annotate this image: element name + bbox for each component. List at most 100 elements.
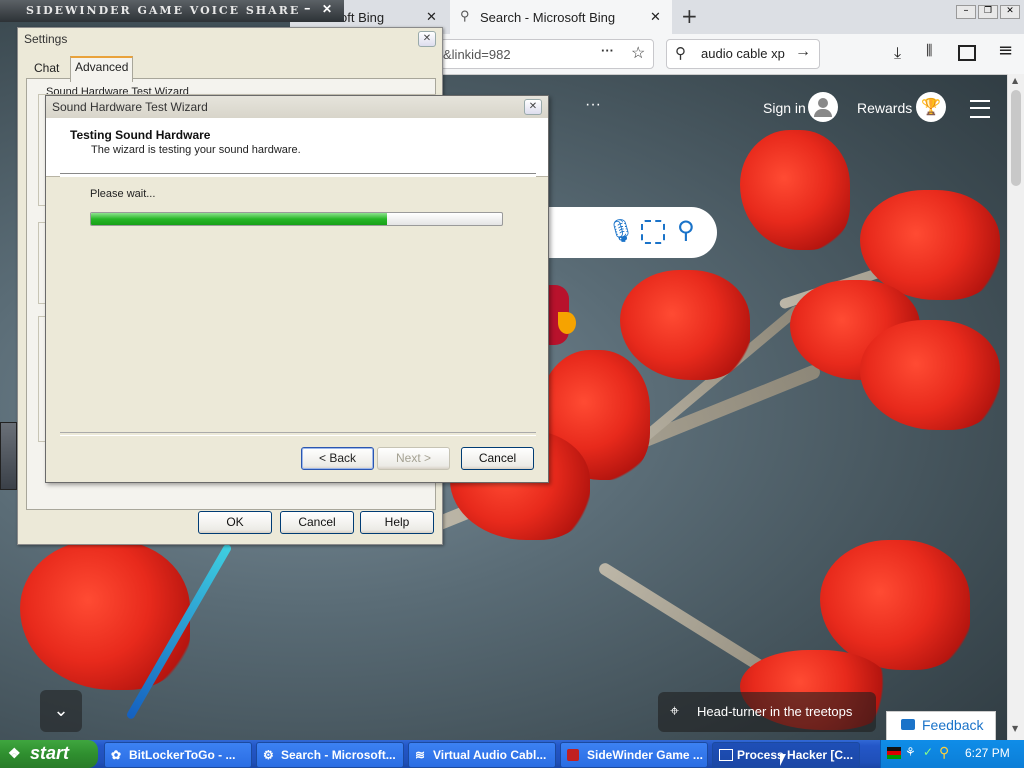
language-flag-icon[interactable] [887, 747, 901, 759]
feedback-button[interactable]: Feedback [886, 711, 996, 741]
network-icon[interactable]: ✓ [923, 745, 933, 759]
flower [620, 270, 750, 380]
taskbar-item-sidewinder[interactable]: SideWinder Game ... [560, 742, 708, 768]
download-icon[interactable]: ⤓ [894, 43, 901, 63]
tab-label: oft Bing [340, 9, 385, 25]
side-panel-fragment [0, 422, 17, 490]
wizard-heading: Testing Sound Hardware [70, 128, 211, 142]
hamburger-menu-icon[interactable] [970, 100, 990, 118]
taskbar-item-label: SideWinder Game ... [587, 748, 703, 762]
microphone-icon[interactable]: 🎙 [607, 219, 635, 244]
tab-advanced[interactable]: Advanced [70, 56, 134, 82]
wait-text: Please wait... [90, 188, 156, 200]
library-icon[interactable]: ⫼ [926, 43, 932, 59]
sidebar-icon[interactable] [958, 45, 976, 61]
settings-titlebar[interactable]: Settings ✕ [18, 28, 442, 50]
taskbar-item-process-hacker[interactable]: Process Hacker [C... [712, 742, 860, 768]
bookmark-star-icon[interactable]: ☆ [631, 43, 645, 63]
minimize-button[interactable]: – [956, 5, 976, 19]
scrollbar-thumb[interactable] [1011, 90, 1021, 186]
help-button[interactable]: Help [360, 511, 434, 534]
arrow-right-icon[interactable]: → [795, 43, 811, 61]
sound-hardware-wizard: Sound Hardware Test Wizard ✕ Testing Sou… [45, 95, 549, 483]
back-button[interactable]: < Back [301, 447, 374, 470]
page-actions-icon[interactable]: ··· [601, 43, 614, 58]
app-icon: ≋ [415, 748, 426, 762]
dialog-title: Sound Hardware Test Wizard [52, 100, 208, 114]
new-tab-button[interactable]: + [681, 4, 698, 28]
maximize-button[interactable]: ❐ [978, 5, 998, 19]
minimize-button[interactable]: – [304, 1, 313, 16]
chevron-down-icon: ⌄ [53, 700, 69, 721]
system-tray: ⚘ ✓ ⚲ 6:27 PM [880, 740, 1024, 768]
progress-fill [91, 213, 387, 225]
bing-more-dots[interactable]: ··· [585, 96, 601, 114]
browser-tab-bing-2[interactable]: ⚲ Search - Microsoft Bing ✕ [450, 0, 672, 34]
url-text: &linkid=982 [443, 46, 511, 62]
vertical-scrollbar[interactable]: ▲ ▼ [1007, 74, 1024, 740]
chat-bubble-icon [901, 719, 915, 730]
url-bar[interactable]: &linkid=982 ··· ☆ [440, 39, 654, 69]
game-voice-titlebar[interactable]: SIDEWINDER GAME VOICE SHARE – ✕ [0, 0, 344, 22]
location-pin-icon: ⌖ [670, 701, 680, 720]
feedback-label: Feedback [922, 717, 984, 733]
cancel-button[interactable]: Cancel [461, 447, 534, 470]
clock: 6:27 PM [965, 746, 1010, 760]
wizard-header: Testing Sound Hardware The wizard is tes… [46, 118, 548, 177]
taskbar-item-virtual-audio[interactable]: ≋ Virtual Audio Cabl... [408, 742, 556, 768]
close-button[interactable]: ✕ [524, 99, 542, 115]
taskbar-item-bitlocker[interactable]: ✿ BitLockerToGo - ... [104, 742, 252, 768]
search-icon: ⚲ [460, 8, 470, 23]
scroll-down-button[interactable]: ⌄ [40, 690, 82, 732]
header-divider [60, 173, 536, 177]
flower [820, 540, 970, 670]
image-caption-box[interactable]: ⌖ Head-turner in the treetops [658, 692, 876, 732]
taskbar-item-bing[interactable]: ⚙ Search - Microsoft... [256, 742, 404, 768]
visual-search-icon[interactable] [641, 220, 665, 244]
flower [740, 130, 850, 250]
tray-app-icon[interactable]: ⚘ [905, 745, 916, 759]
windows-logo-icon: ❖ [8, 745, 21, 761]
tab-label: Search - Microsoft Bing [480, 9, 616, 25]
close-button[interactable]: ✕ [418, 31, 436, 47]
bing-search-box[interactable]: 🎙 ⚲ [547, 207, 717, 258]
cancel-button[interactable]: Cancel [280, 511, 354, 534]
scroll-down-icon[interactable]: ▼ [1012, 724, 1018, 733]
taskbar-item-label: Virtual Audio Cabl... [433, 748, 547, 762]
search-input[interactable]: audio cable xp [701, 46, 785, 61]
wizard-titlebar[interactable]: Sound Hardware Test Wizard ✕ [46, 96, 548, 118]
mouse-cursor-icon [780, 754, 786, 766]
taskbar-item-label: Search - Microsoft... [281, 748, 396, 762]
progress-bar [90, 212, 503, 226]
close-button[interactable]: ✕ [322, 2, 334, 16]
next-button[interactable]: Next > [377, 447, 450, 470]
app-icon [719, 749, 733, 761]
app-icon: ✿ [111, 748, 122, 762]
close-button[interactable]: ✕ [1000, 5, 1020, 19]
search-icon[interactable]: ⚲ [939, 744, 949, 761]
search-icon: ⚲ [675, 45, 686, 62]
taskbar-item-label: BitLockerToGo - ... [129, 748, 236, 762]
search-bar[interactable]: ⚲ audio cable xp → [666, 39, 820, 69]
footer-divider [60, 432, 536, 436]
tab-close-icon[interactable]: ✕ [426, 9, 437, 25]
sign-in-link[interactable]: Sign in [763, 100, 806, 116]
flower [20, 540, 190, 690]
app-icon [567, 749, 579, 761]
start-label: start [30, 743, 70, 763]
start-button[interactable]: ❖ start [0, 740, 98, 768]
search-icon[interactable]: ⚲ [677, 216, 695, 244]
tab-chat[interactable]: Chat [34, 61, 59, 75]
ok-button[interactable]: OK [198, 511, 272, 534]
menu-icon[interactable]: ≡ [998, 40, 1013, 61]
flower [860, 320, 1000, 430]
tab-close-icon[interactable]: ✕ [650, 9, 661, 25]
trophy-icon[interactable]: 🏆 [916, 92, 946, 122]
avatar-icon[interactable] [808, 92, 838, 122]
game-voice-title: SIDEWINDER GAME VOICE SHARE [26, 4, 301, 17]
taskbar: ❖ start ✿ BitLockerToGo - ... ⚙ Search -… [0, 740, 1024, 768]
app-icon: ⚙ [263, 748, 274, 762]
rewards-link[interactable]: Rewards [857, 100, 912, 116]
scroll-up-icon[interactable]: ▲ [1012, 76, 1018, 85]
wizard-subheading: The wizard is testing your sound hardwar… [91, 144, 301, 156]
